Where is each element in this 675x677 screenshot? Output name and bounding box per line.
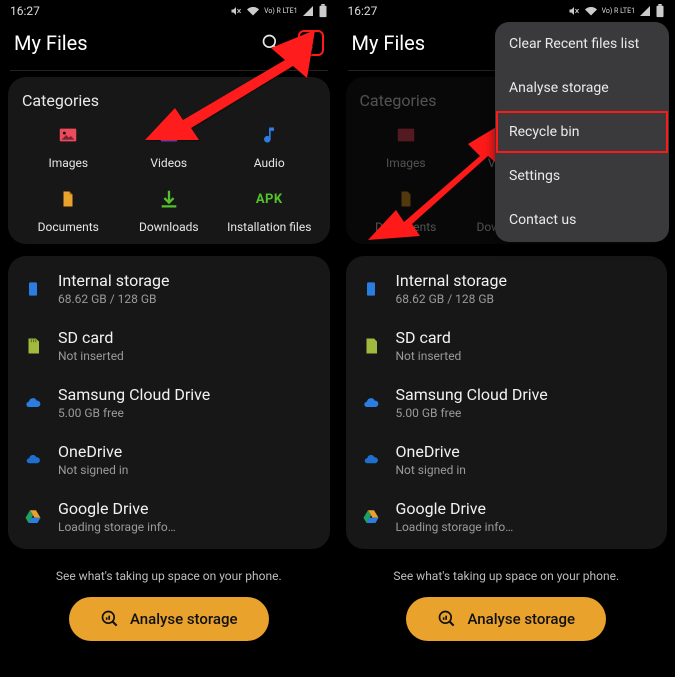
download-icon: [156, 186, 182, 212]
wifi-icon: [246, 5, 260, 17]
menu-item-settings[interactable]: Settings: [495, 154, 669, 198]
category-images[interactable]: Images: [18, 122, 119, 170]
analyse-storage-button[interactable]: Analyse storage: [406, 597, 606, 641]
audio-icon: [256, 122, 282, 148]
storage-sub: Not inserted: [58, 349, 124, 363]
storage-title: Internal storage: [58, 271, 169, 290]
signal-icon: [302, 5, 314, 17]
category-installation-files[interactable]: APK Installation files: [219, 186, 320, 234]
sdcard-icon: [22, 335, 44, 357]
analyse-label: Analyse storage: [467, 610, 575, 628]
category-label: Images: [48, 156, 88, 170]
battery-icon: [318, 4, 328, 18]
category-label: Audio: [254, 156, 285, 170]
search-button[interactable]: [258, 30, 284, 56]
storage-sub: 5.00 GB free: [58, 406, 210, 420]
storage-item-onedrive[interactable]: OneDriveNot signed in: [346, 431, 668, 488]
footer-text: See what's taking up space on your phone…: [338, 569, 675, 583]
menu-item-contact-us[interactable]: Contact us: [495, 198, 669, 242]
more-options-button[interactable]: [298, 30, 324, 56]
analyse-label: Analyse storage: [130, 610, 238, 628]
googledrive-icon: [22, 506, 44, 528]
category-documents[interactable]: Documents: [18, 186, 119, 234]
more-options-menu: Clear Recent files list Analyse storage …: [495, 22, 669, 242]
status-time: 16:27: [10, 4, 40, 18]
cloud-icon: [22, 392, 44, 414]
category-label: Installation files: [227, 220, 311, 234]
status-bar: 16:27 Vo) R LTE1: [0, 0, 338, 22]
mute-icon: [230, 5, 242, 17]
storage-sub: 68.62 GB / 128 GB: [58, 292, 169, 306]
categories-title: Categories: [22, 91, 316, 110]
category-label: Documents: [38, 220, 99, 234]
document-icon: [55, 186, 81, 212]
storage-item-internal[interactable]: Internal storage 68.62 GB / 128 GB: [8, 260, 330, 317]
storage-item-googledrive[interactable]: Google DriveLoading storage info…: [346, 488, 668, 545]
storage-title: SD card: [58, 328, 124, 347]
category-label: Videos: [150, 156, 187, 170]
search-chart-icon: [100, 609, 120, 629]
categories-card: Categories Images Videos Audio Documents…: [8, 77, 330, 244]
menu-item-analyse-storage[interactable]: Analyse storage: [495, 66, 669, 110]
storage-title: Samsung Cloud Drive: [58, 385, 210, 404]
storage-sub: Loading storage info…: [58, 520, 176, 534]
mute-icon: [568, 5, 580, 17]
signal-icon: [639, 5, 651, 17]
storage-title: OneDrive: [58, 442, 128, 461]
storage-title: Google Drive: [58, 499, 176, 518]
storage-sub: Not signed in: [58, 463, 128, 477]
onedrive-icon: [22, 449, 44, 471]
apk-icon: APK: [256, 186, 282, 212]
cloud-icon: [360, 392, 382, 414]
footer-text: See what's taking up space on your phone…: [0, 569, 338, 583]
storage-card: Internal storage68.62 GB / 128 GB SD car…: [346, 256, 668, 549]
sdcard-icon: [360, 335, 382, 357]
storage-card: Internal storage 68.62 GB / 128 GB SD car…: [8, 256, 330, 549]
storage-item-googledrive[interactable]: Google Drive Loading storage info…: [8, 488, 330, 545]
menu-item-recycle-bin[interactable]: Recycle bin: [495, 110, 669, 154]
status-right: Vo) R LTE1: [568, 4, 665, 18]
net-label: Vo) R LTE1: [602, 8, 635, 15]
image-icon: [55, 122, 81, 148]
storage-item-samsungcloud[interactable]: Samsung Cloud Drive 5.00 GB free: [8, 374, 330, 431]
googledrive-icon: [360, 506, 382, 528]
category-videos[interactable]: Videos: [119, 122, 220, 170]
phone-storage-icon: [360, 278, 382, 300]
menu-item-clear-recent[interactable]: Clear Recent files list: [495, 22, 669, 66]
phone-storage-icon: [22, 278, 44, 300]
category-label: Downloads: [139, 220, 199, 234]
page-title: My Files: [352, 31, 426, 55]
app-header: My Files: [0, 22, 338, 70]
battery-icon: [655, 4, 665, 18]
storage-item-sdcard[interactable]: SD cardNot inserted: [346, 317, 668, 374]
storage-item-onedrive[interactable]: OneDrive Not signed in: [8, 431, 330, 488]
storage-item-sdcard[interactable]: SD card Not inserted: [8, 317, 330, 374]
onedrive-icon: [360, 449, 382, 471]
net-label: Vo) R LTE1: [264, 8, 297, 15]
page-title: My Files: [14, 31, 88, 55]
wifi-icon: [584, 5, 598, 17]
phone-screenshot-right: 16:27 Vo) R LTE1 My Files Categories Ima…: [338, 0, 675, 677]
analyse-storage-button[interactable]: Analyse storage: [69, 597, 269, 641]
storage-item-internal[interactable]: Internal storage68.62 GB / 128 GB: [346, 260, 668, 317]
status-bar: 16:27 Vo) R LTE1: [338, 0, 675, 22]
video-icon: [156, 122, 182, 148]
category-audio[interactable]: Audio: [219, 122, 320, 170]
status-time: 16:27: [348, 4, 378, 18]
status-right: Vo) R LTE1: [230, 4, 327, 18]
category-downloads[interactable]: Downloads: [119, 186, 220, 234]
search-chart-icon: [437, 609, 457, 629]
storage-item-samsungcloud[interactable]: Samsung Cloud Drive5.00 GB free: [346, 374, 668, 431]
phone-screenshot-left: 16:27 Vo) R LTE1 My Files Categories Ima…: [0, 0, 338, 677]
